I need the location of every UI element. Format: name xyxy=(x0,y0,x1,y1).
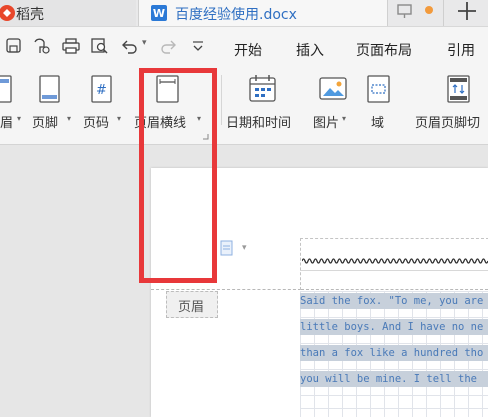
ribbon-picture-label[interactable]: 图片 xyxy=(313,112,339,131)
tab-divider xyxy=(443,0,444,26)
menu-insert[interactable]: 插入 xyxy=(296,40,324,60)
undo-dropdown-icon[interactable]: ▾ xyxy=(142,38,147,48)
body-text-line[interactable]: Said the fox. "To me, you are xyxy=(300,293,488,309)
header-dropdown-icon[interactable]: ▾ xyxy=(17,114,21,123)
ribbon-header-label[interactable]: 眉 xyxy=(0,112,13,131)
menu-page-layout[interactable]: 页面布局 xyxy=(356,40,412,60)
header-options-icon[interactable] xyxy=(218,240,236,258)
picture-icon[interactable] xyxy=(318,76,348,102)
body-text-line[interactable]: little boys. And I have no ne xyxy=(300,319,488,335)
footer-icon[interactable] xyxy=(38,75,62,105)
svg-text:#: # xyxy=(96,83,107,98)
print-icon[interactable] xyxy=(61,37,81,55)
undo-icon[interactable] xyxy=(120,38,140,54)
header-footer-switch-icon[interactable] xyxy=(446,75,472,105)
header-wavy-line xyxy=(302,258,488,264)
tab-daoke-label: 稻壳 xyxy=(16,7,44,23)
customize-dropdown-icon[interactable] xyxy=(191,40,205,54)
ribbon-footer-label[interactable]: 页脚 xyxy=(32,112,58,131)
redo-icon[interactable] xyxy=(158,38,178,54)
footer-dropdown-icon[interactable]: ▾ xyxy=(67,114,71,123)
notification-dot xyxy=(425,6,433,14)
body-text-line[interactable]: you will be mine. I tell the xyxy=(300,371,488,387)
header-options-dropdown-icon[interactable]: ▾ xyxy=(242,243,247,253)
header-icon[interactable] xyxy=(0,75,14,105)
menu-references[interactable]: 引用 xyxy=(447,40,475,60)
new-tab-plus-icon[interactable] xyxy=(455,0,479,22)
ribbon-date-time-label[interactable]: 日期和时间 xyxy=(226,112,291,131)
date-time-icon[interactable] xyxy=(248,74,278,104)
monitor-icon[interactable] xyxy=(396,2,414,20)
save-icon[interactable] xyxy=(6,38,22,54)
field-icon[interactable] xyxy=(366,75,392,105)
ribbon-separator xyxy=(221,75,222,125)
picture-dropdown-icon[interactable]: ▾ xyxy=(342,114,346,123)
tab-document[interactable]: W 百度经验使用.docx xyxy=(138,0,388,26)
page-number-dropdown-icon[interactable]: ▾ xyxy=(117,114,121,123)
header-tag-label: 页眉 xyxy=(178,300,205,315)
menu-home[interactable]: 开始 xyxy=(234,40,262,60)
tab-document-label: 百度经验使用.docx xyxy=(175,7,297,23)
ribbon-header-footer-switch-label[interactable]: 页眉页脚切 xyxy=(415,112,480,131)
word-doc-icon: W xyxy=(151,5,167,21)
body-text-line[interactable]: than a fox like a hundred tho xyxy=(300,345,488,361)
svg-text:W: W xyxy=(153,7,165,20)
format-painter-icon[interactable] xyxy=(32,38,52,55)
ribbon-field-label[interactable]: 域 xyxy=(371,112,384,131)
header-underline xyxy=(300,270,488,271)
header-tag[interactable]: 页眉 xyxy=(166,291,218,318)
tab-daoke[interactable]: 稻壳 xyxy=(0,0,136,26)
print-preview-icon[interactable] xyxy=(90,37,110,55)
ribbon-page-number-label[interactable]: 页码 xyxy=(83,112,109,131)
highlight-box xyxy=(139,68,217,283)
page-number-icon[interactable]: # xyxy=(90,75,114,105)
